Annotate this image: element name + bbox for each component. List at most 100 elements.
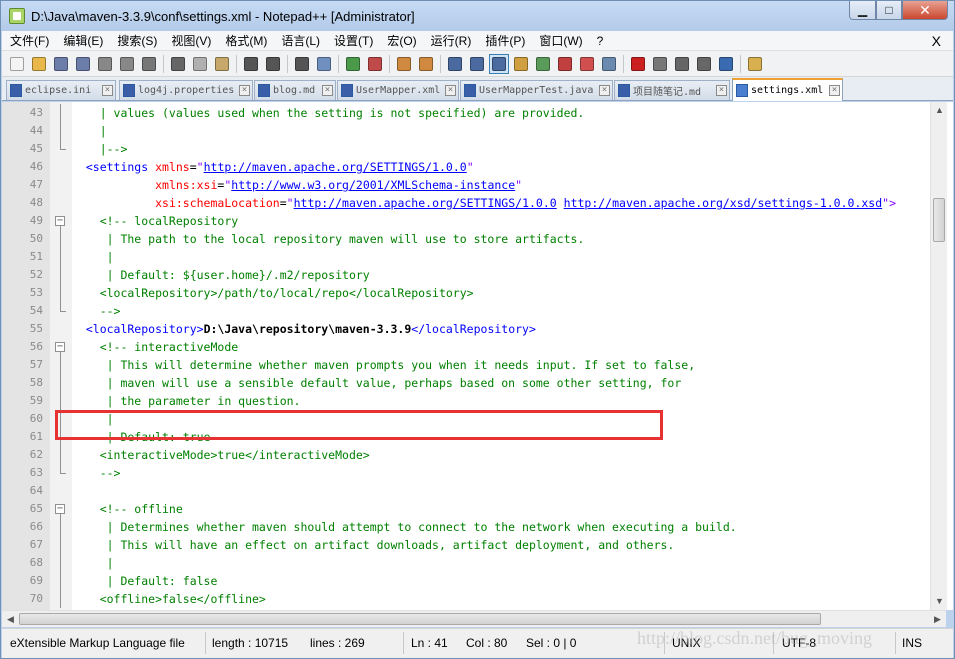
code-line[interactable]: <!-- interactiveMode (72, 338, 238, 356)
menu-item[interactable]: 搜索(S) (109, 31, 163, 51)
indent-guide-button[interactable] (489, 53, 509, 74)
title-bar[interactable]: D:\Java\maven-3.3.9\conf\settings.xml - … (1, 1, 954, 31)
tab-close-icon[interactable]: × (445, 85, 456, 96)
code-line[interactable]: | (72, 122, 107, 140)
paste-button[interactable] (212, 54, 232, 74)
scroll-up-arrow-icon[interactable]: ▲ (931, 102, 948, 119)
menu-item[interactable]: 宏(O) (379, 31, 422, 51)
code-line[interactable]: | Default: true (72, 428, 211, 446)
record-macro-button[interactable] (628, 54, 648, 74)
vertical-scroll-thumb[interactable] (933, 198, 945, 242)
code-line[interactable]: | This will have an effect on artifact d… (72, 536, 675, 554)
collapse-minus-icon[interactable]: − (55, 504, 65, 514)
collapse-minus-icon[interactable]: − (55, 342, 65, 352)
show-all-chars-button[interactable] (467, 54, 487, 74)
document-tab[interactable]: UserMapperTest.java × (460, 80, 613, 100)
save-all-button[interactable] (73, 54, 93, 74)
undo-button[interactable] (241, 54, 261, 74)
menu-item[interactable]: 运行(R) (423, 31, 478, 51)
zoom-in-button[interactable] (343, 54, 363, 74)
monitoring-button[interactable] (599, 54, 619, 74)
code-line[interactable]: | values (values used when the setting i… (72, 104, 585, 122)
play-macro-multiple-button[interactable] (694, 54, 714, 74)
sync-horizontal-button[interactable] (416, 54, 436, 74)
find-button[interactable] (292, 54, 312, 74)
vertical-scrollbar[interactable]: ▲ ▼ (930, 102, 947, 610)
sync-vertical-button[interactable] (394, 54, 414, 74)
replace-button[interactable] (314, 54, 334, 74)
menu-item[interactable]: 编辑(E) (55, 31, 109, 51)
copy-button[interactable] (190, 54, 210, 74)
menu-item[interactable]: 窗口(W) (531, 31, 588, 51)
stop-macro-button[interactable] (650, 54, 670, 74)
horizontal-scrollbar[interactable]: ◀ ▶ (2, 610, 946, 627)
menu-item[interactable]: 设置(T) (326, 31, 379, 51)
fold-margin[interactable]: − − − (50, 102, 72, 610)
close-document-button[interactable]: X (932, 31, 941, 51)
zoom-out-button[interactable] (365, 54, 385, 74)
word-wrap-button[interactable] (445, 54, 465, 74)
code-line[interactable]: | Determines whether maven should attemp… (72, 518, 737, 536)
status-insert-mode[interactable]: INS (902, 634, 922, 652)
scroll-right-arrow-icon[interactable]: ▶ (929, 611, 946, 628)
code-line[interactable]: | Default: false (72, 572, 218, 590)
fold-toggle[interactable]: − (50, 212, 72, 230)
menu-item[interactable]: ? (589, 31, 610, 51)
code-view[interactable]: | values (values used when the setting i… (72, 102, 930, 610)
save-button[interactable] (51, 54, 71, 74)
cut-button[interactable] (168, 54, 188, 74)
minimize-button[interactable]: ▁ (849, 1, 876, 20)
redo-button[interactable] (263, 54, 283, 74)
code-line[interactable]: <!-- offline (72, 500, 183, 518)
editor-area[interactable]: 43 44 45 46 47 48 49 50 51 52 53 54 55 56 57 58 59 60 61 62… (2, 102, 953, 610)
close-window-button[interactable]: ✕ (902, 1, 948, 20)
code-line[interactable]: | the parameter in question. (72, 392, 301, 410)
tab-close-icon[interactable]: × (239, 85, 250, 96)
status-encoding[interactable]: UTF-8 (782, 634, 816, 652)
document-tab[interactable]: 项目随笔记.md × (614, 80, 730, 100)
horizontal-scroll-thumb[interactable] (19, 613, 821, 625)
menu-item[interactable]: 语言(L) (273, 31, 326, 51)
tab-close-icon[interactable]: × (599, 85, 610, 96)
print-button[interactable] (139, 54, 159, 74)
tab-close-icon[interactable]: × (322, 85, 333, 96)
document-tab[interactable]: settings.xml × (732, 78, 843, 101)
menu-item[interactable]: 文件(F) (2, 31, 55, 51)
doc-map-button[interactable] (533, 54, 553, 74)
code-line[interactable]: xsi:schemaLocation="http://maven.apache.… (72, 194, 896, 212)
code-line[interactable]: <localRepository>/path/to/local/repo</lo… (72, 284, 474, 302)
code-line[interactable]: |--> (72, 140, 128, 158)
code-line[interactable]: | (72, 554, 114, 572)
save-macro-button[interactable] (716, 54, 736, 74)
code-line[interactable]: <interactiveMode>true</interactiveMode> (72, 446, 370, 464)
code-line[interactable]: | This will determine whether maven prom… (72, 356, 696, 374)
document-tab[interactable]: blog.md × (254, 80, 336, 100)
document-tab[interactable]: log4j.properties × (119, 80, 253, 100)
scroll-down-arrow-icon[interactable]: ▼ (931, 593, 948, 610)
open-file-button[interactable] (29, 54, 49, 74)
menu-item[interactable]: 视图(V) (163, 31, 217, 51)
code-line[interactable]: <offline>false</offline> (72, 590, 266, 608)
code-line[interactable]: <!-- localRepository (72, 212, 238, 230)
folder-workspace-button[interactable] (577, 54, 597, 74)
menu-item[interactable]: 格式(M) (217, 31, 273, 51)
tab-close-icon[interactable]: × (716, 85, 727, 96)
extra-button[interactable] (745, 54, 765, 74)
maximize-button[interactable]: □ (876, 1, 902, 20)
close-all-button[interactable] (117, 54, 137, 74)
collapse-minus-icon[interactable]: − (55, 216, 65, 226)
play-macro-button[interactable] (672, 54, 692, 74)
code-line[interactable]: <localRepository>D:\Java\repository\mave… (72, 320, 536, 338)
scroll-left-arrow-icon[interactable]: ◀ (2, 611, 19, 628)
code-line[interactable]: --> (72, 464, 121, 482)
new-file-button[interactable] (7, 54, 27, 74)
menu-item[interactable]: 插件(P) (477, 31, 531, 51)
code-line[interactable]: --> (72, 302, 121, 320)
code-line[interactable]: <settings xmlns="http://maven.apache.org… (72, 158, 474, 176)
status-eol-format[interactable]: UNIX (672, 634, 701, 652)
tab-close-icon[interactable]: × (102, 85, 113, 96)
close-button[interactable] (95, 54, 115, 74)
code-line[interactable]: | (72, 248, 114, 266)
fold-toggle[interactable]: − (50, 500, 72, 518)
code-line[interactable]: | Default: ${user.home}/.m2/repository (72, 266, 370, 284)
